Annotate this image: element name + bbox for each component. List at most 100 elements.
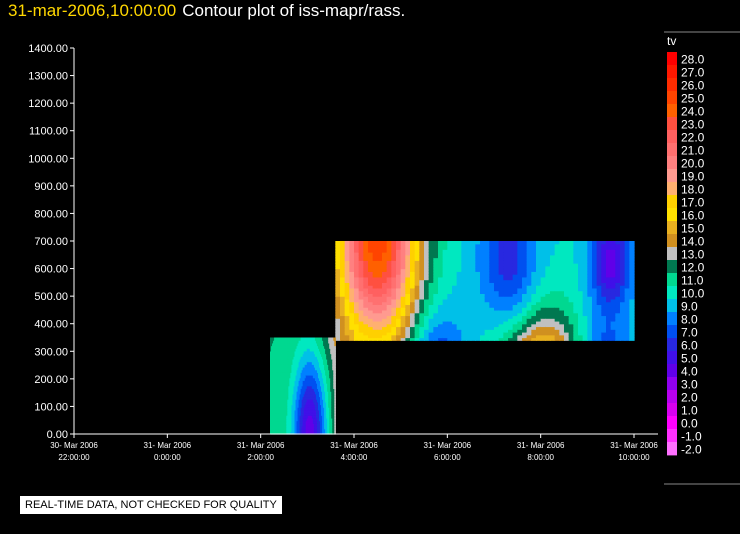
legend-swatch bbox=[667, 416, 677, 430]
y-tick-label: 300.00 bbox=[34, 346, 68, 358]
contour-cell bbox=[363, 241, 369, 245]
contour-cell bbox=[386, 241, 392, 245]
contour-cell bbox=[414, 241, 420, 245]
y-tick-label: 800.00 bbox=[34, 208, 68, 220]
legend-swatch bbox=[667, 273, 677, 287]
legend-label: -2.0 bbox=[681, 443, 702, 457]
legend-label: 12.0 bbox=[681, 261, 705, 275]
contour-cell bbox=[433, 241, 439, 245]
legend-label: 27.0 bbox=[681, 66, 705, 80]
legend-swatch bbox=[667, 286, 677, 300]
color-legend: tv28.027.026.025.024.023.022.021.020.019… bbox=[664, 31, 740, 485]
y-tick-label: 1100.00 bbox=[29, 126, 68, 138]
contour-cell bbox=[340, 241, 346, 245]
legend-swatch bbox=[667, 52, 677, 66]
legend-label: 25.0 bbox=[681, 92, 705, 106]
contour-fill bbox=[270, 241, 635, 435]
y-tick-label: 600.00 bbox=[34, 264, 68, 276]
legend-label: 6.0 bbox=[681, 339, 698, 353]
legend-swatch bbox=[667, 338, 677, 352]
contour-cell bbox=[512, 241, 518, 245]
legend-swatch bbox=[667, 78, 677, 92]
x-tick-time: 0:00:00 bbox=[154, 453, 181, 462]
legend-swatch bbox=[667, 91, 677, 105]
legend-label: 16.0 bbox=[681, 209, 705, 223]
contour-cell bbox=[335, 241, 341, 245]
contour-cell bbox=[601, 241, 607, 245]
contour-cell bbox=[573, 241, 579, 245]
contour-cell bbox=[545, 241, 551, 245]
legend-swatch bbox=[667, 234, 677, 248]
data-quality-note: REAL-TIME DATA, NOT CHECKED FOR QUALITY bbox=[20, 496, 282, 514]
legend-label: -1.0 bbox=[681, 430, 702, 444]
contour-cell bbox=[531, 241, 537, 245]
contour-cell bbox=[391, 241, 397, 245]
contour-cell bbox=[503, 241, 509, 245]
x-tick-time: 4:00:00 bbox=[341, 453, 368, 462]
contour-cell bbox=[382, 241, 388, 245]
contour-cell bbox=[334, 337, 336, 341]
contour-cell bbox=[522, 241, 528, 245]
contour-cell bbox=[564, 241, 570, 245]
x-tick-date: 30- Mar 2006 bbox=[50, 441, 98, 450]
legend-swatch bbox=[667, 143, 677, 157]
legend-swatch bbox=[667, 325, 677, 339]
legend-label: 24.0 bbox=[681, 105, 705, 119]
y-tick-label: 1300.00 bbox=[28, 71, 68, 83]
x-axis: 30- Mar 200622:00:0031- Mar 20060:00:003… bbox=[50, 433, 658, 462]
y-tick-label: 1200.00 bbox=[28, 98, 68, 110]
contour-cell bbox=[498, 241, 504, 245]
contour-cell bbox=[461, 241, 467, 245]
y-tick-label: 1000.00 bbox=[28, 153, 68, 165]
legend-label: 9.0 bbox=[681, 300, 698, 314]
contour-cell bbox=[358, 241, 364, 245]
contour-cell bbox=[610, 241, 616, 245]
contour-cell bbox=[480, 241, 486, 245]
x-tick-time: 2:00:00 bbox=[247, 453, 274, 462]
x-tick-date: 31- Mar 2006 bbox=[517, 441, 565, 450]
x-tick-date: 31- Mar 2006 bbox=[144, 441, 192, 450]
contour-cell bbox=[615, 241, 621, 245]
legend-swatch bbox=[667, 390, 677, 404]
contour-cell bbox=[456, 241, 462, 245]
legend-swatch bbox=[667, 351, 677, 365]
contour-cell bbox=[354, 241, 360, 245]
legend-swatch bbox=[667, 156, 677, 170]
contour-cell bbox=[582, 241, 588, 245]
contour-cell bbox=[540, 241, 546, 245]
legend-label: 0.0 bbox=[681, 417, 698, 431]
legend-swatch bbox=[667, 364, 677, 378]
contour-cell bbox=[396, 241, 402, 245]
contour-cell bbox=[442, 241, 448, 245]
contour-cell bbox=[419, 241, 425, 245]
y-tick-label: 500.00 bbox=[34, 291, 68, 303]
legend-label: 7.0 bbox=[681, 326, 698, 340]
y-tick-label: 1400.00 bbox=[28, 43, 68, 55]
y-tick-label: 400.00 bbox=[34, 319, 68, 331]
contour-cell bbox=[568, 241, 574, 245]
legend-swatch bbox=[667, 130, 677, 144]
contour-cell bbox=[484, 241, 490, 245]
legend-label: 4.0 bbox=[681, 365, 698, 379]
legend-label: 1.0 bbox=[681, 404, 698, 418]
contour-cell bbox=[494, 241, 500, 245]
legend-label: 17.0 bbox=[681, 196, 705, 210]
legend-swatch bbox=[667, 312, 677, 326]
contour-cell bbox=[400, 241, 406, 245]
y-tick-label: 0.00 bbox=[47, 429, 68, 441]
legend-swatch bbox=[667, 247, 677, 261]
contour-cell bbox=[596, 241, 602, 245]
contour-cell bbox=[410, 241, 416, 245]
legend-swatch bbox=[667, 208, 677, 222]
contour-cell bbox=[517, 241, 523, 245]
legend-label: 20.0 bbox=[681, 157, 705, 171]
legend-label: 13.0 bbox=[681, 248, 705, 262]
legend-swatch bbox=[667, 65, 677, 79]
legend-label: 15.0 bbox=[681, 222, 705, 236]
legend-swatch bbox=[667, 221, 677, 235]
contour-cell bbox=[624, 241, 630, 245]
contour-cell bbox=[526, 241, 532, 245]
contour-cell bbox=[470, 241, 476, 245]
legend-label: 3.0 bbox=[681, 378, 698, 392]
contour-cell bbox=[587, 241, 593, 245]
